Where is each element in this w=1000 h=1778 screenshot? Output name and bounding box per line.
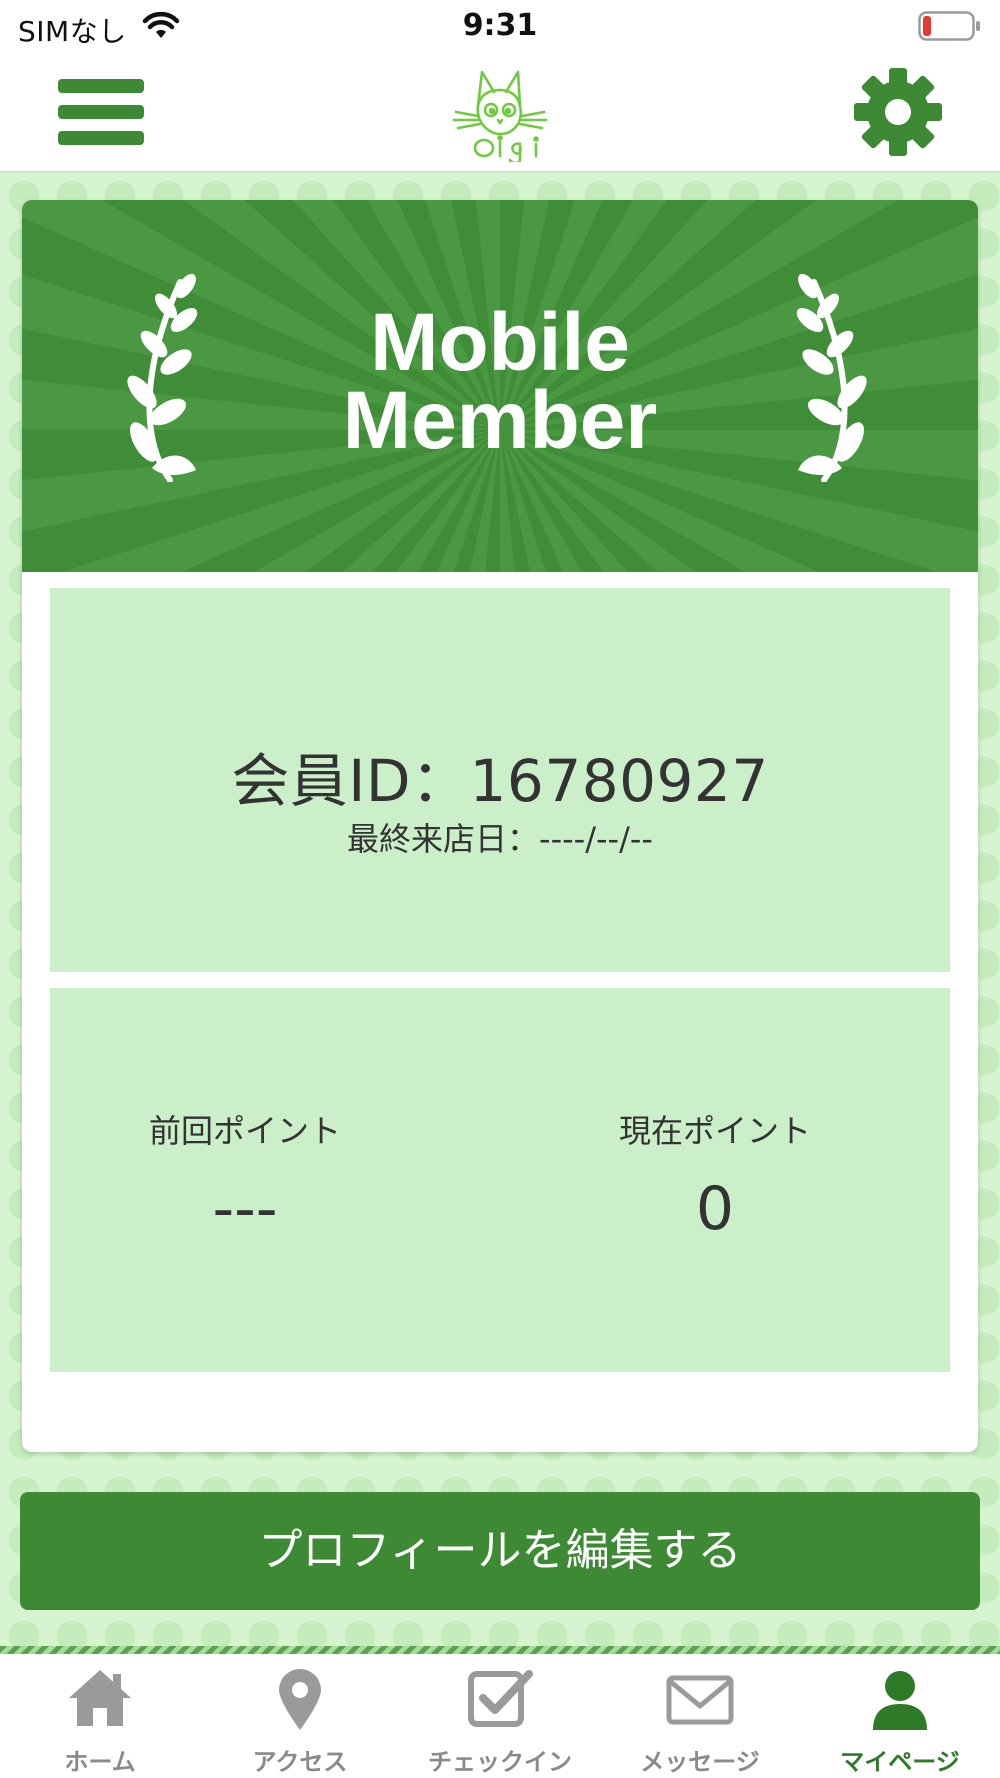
map-pin-icon [279, 1669, 321, 1730]
user-icon [873, 1671, 927, 1730]
main-content: Mobile Member 会員ID：16780927 最終来店日：----/-… [0, 172, 1000, 1650]
member-id: 会員ID：16780927 [231, 747, 769, 815]
tab-access[interactable]: アクセス [200, 1654, 400, 1778]
previous-points: 前回ポイント --- [22, 1106, 470, 1244]
tab-message[interactable]: メッセージ [600, 1654, 800, 1778]
tab-label: マイページ [840, 1748, 960, 1776]
tab-checkin[interactable]: チェックイン [400, 1654, 600, 1778]
status-bar: SIMなし 9:31 [0, 0, 1000, 54]
app-header [0, 54, 1000, 172]
tab-label: メッセージ [640, 1748, 760, 1776]
tab-home[interactable]: ホーム [0, 1654, 200, 1778]
laurel-icon [796, 273, 867, 482]
previous-points-value: --- [212, 1174, 278, 1244]
checkbox-icon [468, 1670, 533, 1727]
member-card: Mobile Member 会員ID：16780927 最終来店日：----/-… [22, 200, 978, 1452]
cat-logo-icon [452, 70, 548, 162]
current-points: 現在ポイント 0 [490, 1106, 940, 1244]
battery-icon [918, 11, 980, 41]
last-visit-date: 最終来店日：----/--/-- [347, 820, 653, 858]
gear-icon[interactable] [852, 66, 944, 158]
tab-bar-divider [0, 1646, 1000, 1654]
clock: 9:31 [462, 8, 538, 43]
envelope-icon [666, 1675, 734, 1725]
hamburger-menu-button[interactable] [54, 70, 148, 154]
member-id-panel: 会員ID：16780927 最終来店日：----/--/-- [50, 588, 950, 972]
previous-points-label: 前回ポイント [148, 1112, 341, 1150]
current-points-value: 0 [695, 1174, 735, 1244]
tab-label: アクセス [252, 1748, 348, 1776]
hamburger-icon [58, 79, 144, 93]
home-icon [69, 1670, 131, 1726]
points-panel: 前回ポイント --- 現在ポイント 0 [50, 988, 950, 1372]
tab-label: ホーム [64, 1748, 136, 1776]
mobile-member-banner: Mobile Member [22, 200, 978, 572]
edit-profile-button[interactable]: プロフィールを編集する [20, 1492, 980, 1610]
tab-label: チェックイン [428, 1748, 572, 1776]
current-points-label: 現在ポイント [618, 1112, 811, 1150]
bottom-tab-bar: ホーム アクセス チェックイン メッセージ マイページ [0, 1654, 1000, 1778]
tab-mypage[interactable]: マイページ [800, 1654, 1000, 1778]
